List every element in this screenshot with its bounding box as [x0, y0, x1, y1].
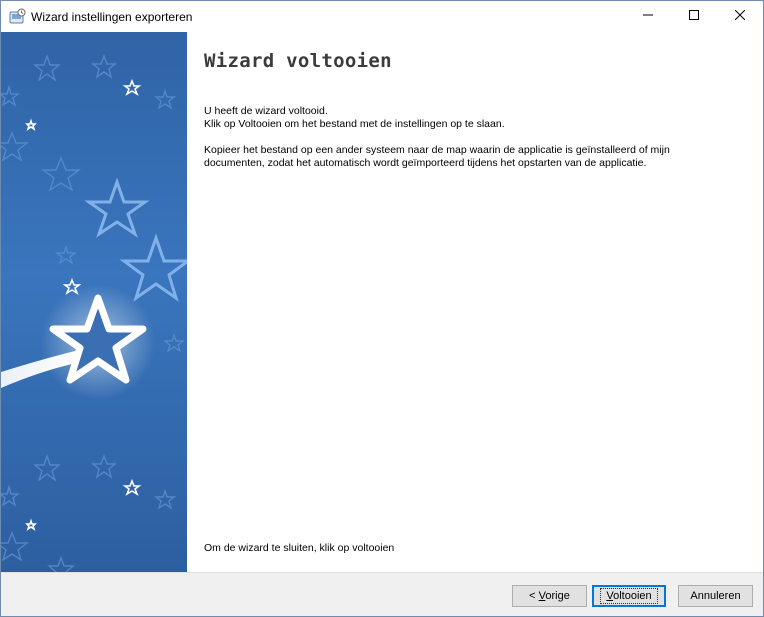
title-bar[interactable]: Wizard instellingen exporteren: [1, 1, 763, 32]
finish-hint: Om de wizard te sluiten, klik op voltooi…: [204, 542, 395, 554]
completion-message: U heeft de wizard voltooid. Klik op Volt…: [204, 105, 744, 131]
wizard-content: Wizard voltooien U heeft de wizard volto…: [187, 32, 763, 572]
finish-rest: oltooien: [613, 590, 652, 602]
window-title: Wizard instellingen exporteren: [31, 10, 193, 24]
previous-rest: orige: [545, 590, 570, 602]
close-button[interactable]: [717, 1, 763, 32]
copy-instructions: Kopieer het bestand op een ander systeem…: [204, 144, 744, 170]
minimize-icon: [643, 10, 653, 23]
button-bar: < Vorige Voltooien Annuleren: [1, 572, 763, 616]
instruction-line: Kopieer het bestand op een ander systeem…: [204, 144, 670, 156]
previous-button[interactable]: < Vorige: [512, 585, 587, 607]
finish-button[interactable]: Voltooien: [592, 585, 666, 607]
close-icon: [734, 9, 746, 23]
wizard-app-icon: [9, 8, 26, 25]
star-banner-illustration: [1, 32, 187, 572]
completion-line: U heeft de wizard voltooid.: [204, 105, 328, 117]
page-title: Wizard voltooien: [204, 50, 392, 72]
cancel-button[interactable]: Annuleren: [678, 585, 753, 607]
finish-label: Voltooien: [600, 588, 658, 604]
maximize-button[interactable]: [671, 1, 717, 32]
completion-line: Klik op Voltooien om het bestand met de …: [204, 118, 505, 130]
minimize-button[interactable]: [625, 1, 671, 32]
maximize-icon: [689, 10, 699, 23]
wizard-window: Wizard instellingen exporteren Wizard vo…: [0, 0, 764, 617]
previous-prefix: <: [529, 590, 539, 602]
instruction-line: documenten, zodat het automatisch wordt …: [204, 157, 647, 169]
previous-label: < Vorige: [529, 590, 570, 602]
